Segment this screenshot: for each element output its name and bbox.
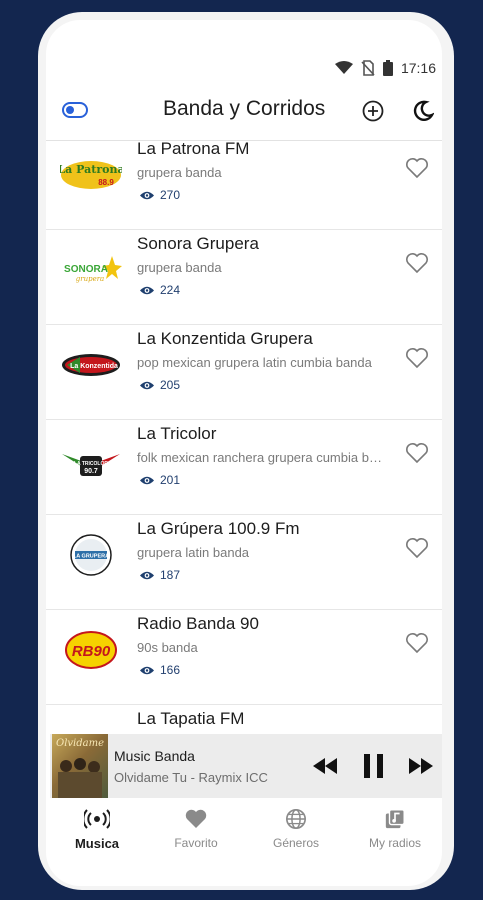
pause-button[interactable] bbox=[362, 752, 386, 780]
view-count-value: 187 bbox=[160, 568, 181, 582]
station-tags: grupera latin banda bbox=[137, 545, 250, 560]
app-screen: 17:16 Banda y Corridos La Patrona 88.9 L… bbox=[46, 20, 442, 886]
station-row[interactable]: SONORA grupera Sonora Grupera grupera ba… bbox=[46, 230, 442, 325]
player-title: Music Banda bbox=[114, 748, 195, 764]
nav-label: Géneros bbox=[272, 836, 320, 850]
dark-mode-button[interactable] bbox=[412, 100, 434, 122]
view-count: 205 bbox=[139, 378, 180, 392]
bottom-navigation: Musica Favorito Géneros My radios bbox=[46, 802, 442, 862]
station-logo: La Patrona 88.9 bbox=[60, 161, 122, 189]
next-button[interactable] bbox=[408, 754, 434, 778]
view-count-value: 205 bbox=[160, 378, 181, 392]
logo-freq: 88.9 bbox=[98, 178, 114, 187]
page-title: Banda y Corridos bbox=[163, 97, 326, 120]
station-logo: SONORA grupera bbox=[64, 256, 122, 283]
favorite-heart-icon[interactable] bbox=[405, 347, 429, 369]
eye-icon bbox=[140, 571, 154, 579]
view-count-value: 166 bbox=[160, 663, 181, 677]
view-count: 224 bbox=[139, 283, 180, 297]
nav-my-radios[interactable]: My radios bbox=[355, 808, 435, 850]
no-sim-icon bbox=[361, 60, 375, 76]
eye-icon bbox=[140, 381, 154, 389]
station-name: La Grúpera 100.9 Fm bbox=[137, 519, 300, 538]
heart-icon bbox=[185, 809, 207, 828]
station-tags: 90s banda bbox=[137, 640, 198, 655]
view-count: 270 bbox=[139, 188, 180, 202]
logo-text: LA TRICOLOR bbox=[74, 461, 108, 467]
nav-label: Favorito bbox=[174, 836, 218, 850]
previous-button[interactable] bbox=[312, 754, 338, 778]
view-count-value: 224 bbox=[160, 283, 181, 297]
eye-icon bbox=[140, 191, 154, 199]
wifi-icon bbox=[334, 61, 353, 74]
view-count: 187 bbox=[139, 568, 180, 582]
station-name: La Tapatia FM bbox=[137, 709, 245, 728]
mini-player[interactable]: Olvidame Music Banda Olvidame Tu - Raymi… bbox=[50, 734, 442, 798]
music-library-icon bbox=[385, 809, 405, 829]
station-name: Radio Banda 90 bbox=[137, 614, 259, 633]
favorite-heart-icon[interactable] bbox=[405, 442, 429, 464]
station-name: La Tricolor bbox=[137, 424, 217, 443]
app-bar: Banda y Corridos bbox=[46, 92, 442, 130]
station-name: La Konzentida Grupera bbox=[137, 329, 313, 348]
nav-favorito[interactable]: Favorito bbox=[156, 808, 236, 850]
station-logo: LA TRICOLOR 90.7 bbox=[62, 454, 120, 476]
favorite-heart-icon[interactable] bbox=[405, 252, 429, 274]
station-logo: RB90 bbox=[65, 631, 117, 669]
eye-icon bbox=[140, 666, 154, 674]
eye-icon bbox=[140, 476, 154, 484]
favorite-heart-icon[interactable] bbox=[405, 632, 429, 654]
logo-text: SONORA bbox=[64, 264, 108, 275]
station-row[interactable]: LA TRICOLOR 90.7 La Tricolor folk mexica… bbox=[46, 420, 442, 515]
station-tags: folk mexican ranchera grupera cumbia ban… bbox=[137, 450, 389, 465]
player-subtitle: Olvidame Tu - Raymix ICC bbox=[114, 770, 268, 785]
station-tags: pop mexican grupera latin cumbia banda bbox=[137, 355, 372, 370]
station-logo: LA GRUPERA bbox=[70, 534, 112, 576]
status-time: 17:16 bbox=[400, 60, 436, 76]
station-name: Sonora Grupera bbox=[137, 234, 259, 253]
theme-toggle[interactable] bbox=[62, 102, 88, 118]
favorite-heart-icon[interactable] bbox=[405, 537, 429, 559]
nav-generos[interactable]: Géneros bbox=[256, 808, 336, 850]
nav-label: Musica bbox=[74, 836, 120, 851]
station-tags: grupera banda bbox=[137, 260, 222, 275]
station-list[interactable]: La Patrona 88.9 La Patrona FM grupera ba… bbox=[46, 141, 442, 733]
logo-text: RB90 bbox=[72, 643, 111, 660]
eye-icon bbox=[140, 286, 154, 294]
view-count-value: 270 bbox=[160, 188, 181, 202]
view-count: 201 bbox=[139, 473, 180, 487]
battery-icon bbox=[382, 60, 393, 76]
station-row[interactable]: La Konzentida La Konzentida Grupera pop … bbox=[46, 325, 442, 420]
album-cover: Olvidame bbox=[52, 734, 108, 798]
station-row[interactable]: La Patrona 88.9 La Patrona FM grupera ba… bbox=[46, 141, 442, 230]
radio-waves-icon bbox=[84, 809, 110, 829]
globe-icon bbox=[286, 809, 306, 829]
logo-subtext: grupera bbox=[76, 275, 104, 283]
station-row[interactable]: La Tapatia FM bbox=[46, 705, 442, 733]
logo-text: LA GRUPERA bbox=[73, 554, 109, 560]
add-station-button[interactable] bbox=[362, 100, 384, 122]
nav-musica[interactable]: Musica bbox=[57, 808, 137, 851]
status-bar: 17:16 bbox=[334, 60, 436, 76]
logo-text: La Konzentida bbox=[70, 363, 118, 370]
station-tags: grupera banda bbox=[137, 165, 222, 180]
station-row[interactable]: LA GRUPERA La Grúpera 100.9 Fm grupera l… bbox=[46, 515, 442, 610]
logo-text: La Patrona bbox=[60, 163, 122, 176]
station-row[interactable]: RB90 Radio Banda 90 90s banda 166 bbox=[46, 610, 442, 705]
nav-label: My radios bbox=[368, 836, 421, 850]
album-cover-art bbox=[58, 758, 102, 798]
favorite-heart-icon[interactable] bbox=[405, 157, 429, 179]
logo-freq: 90.7 bbox=[84, 468, 98, 475]
view-count-value: 201 bbox=[160, 473, 181, 487]
view-count: 166 bbox=[139, 663, 180, 677]
station-name: La Patrona FM bbox=[137, 141, 250, 158]
station-logo: La Konzentida bbox=[62, 354, 120, 376]
